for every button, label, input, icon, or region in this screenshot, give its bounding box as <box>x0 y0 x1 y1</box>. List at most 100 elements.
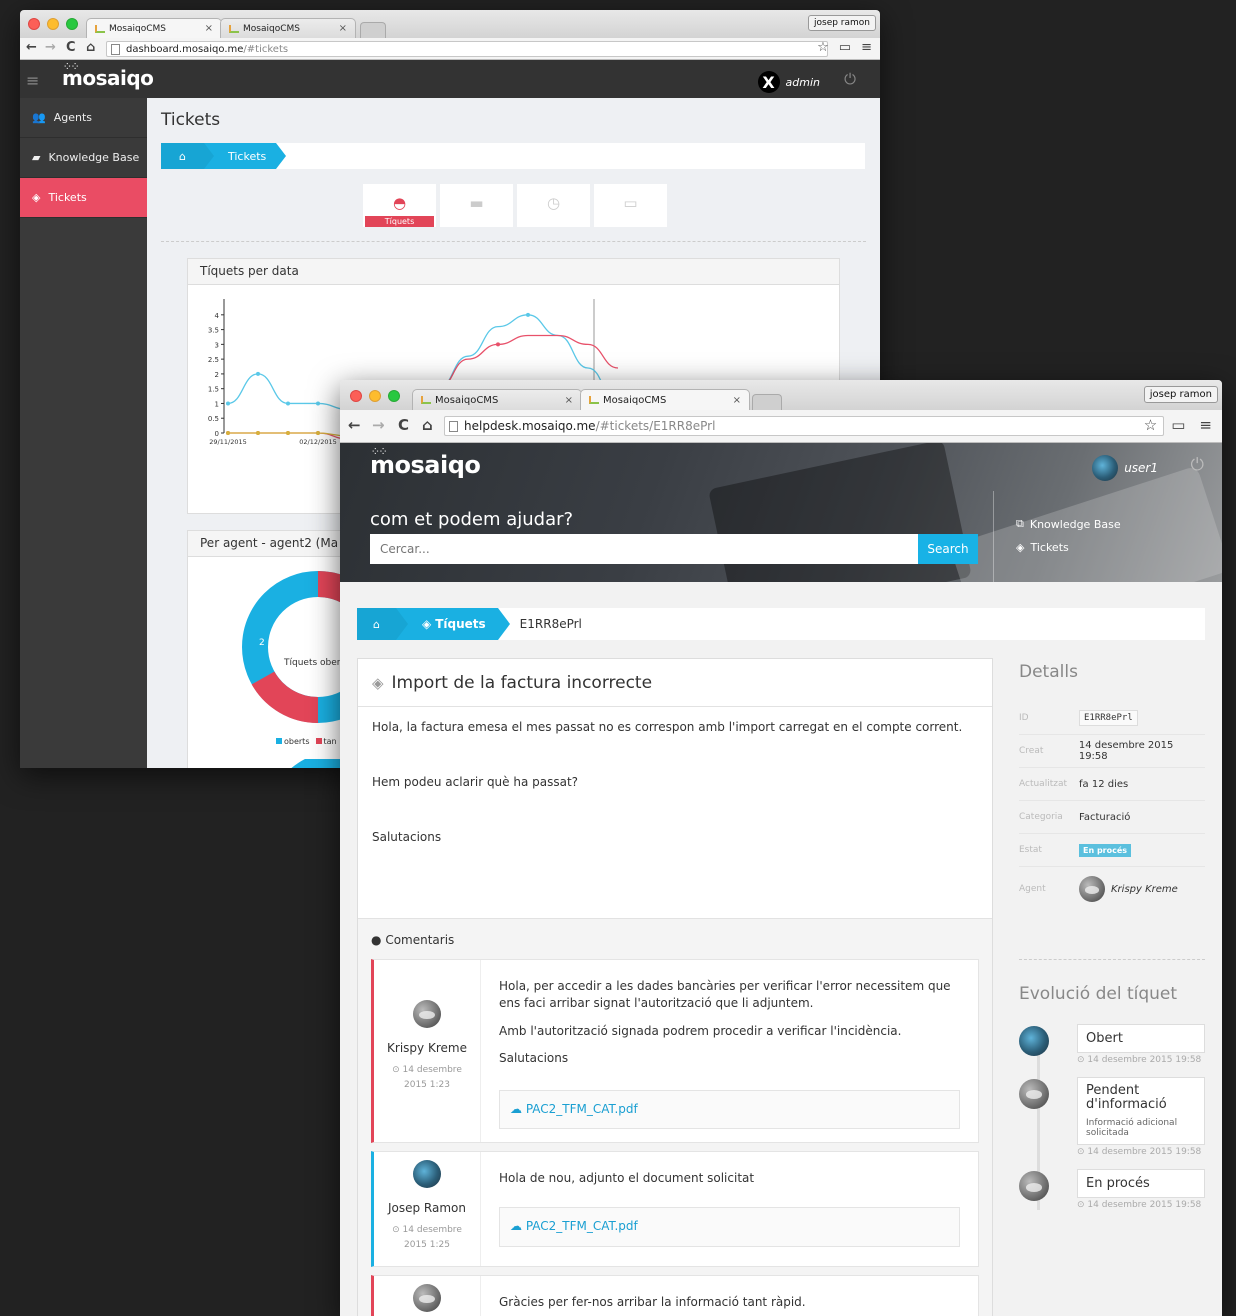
tab-title: MosaiqoCMS <box>243 23 300 34</box>
close-tab-icon[interactable]: × <box>733 395 741 406</box>
profile-button[interactable]: josep ramon <box>1143 386 1218 403</box>
address-bar[interactable]: dashboard.mosaiqo.me/#tickets <box>106 41 828 57</box>
zoom-window-button[interactable] <box>66 18 78 30</box>
y-tick-label: 2.5 <box>208 356 219 364</box>
sidebar-item-agents[interactable]: 👥 Agents <box>20 98 147 138</box>
power-icon[interactable]: ⏻ <box>844 70 856 88</box>
address-bar[interactable]: helpdesk.mosaiqo.me/#tickets/E1RR8ePrl <box>444 416 1164 436</box>
admin-user[interactable]: X admin <box>757 71 820 93</box>
tile-folder[interactable]: ▬ <box>440 184 513 227</box>
attachment-link[interactable]: ☁ PAC2_TFM_CAT.pdf <box>499 1207 960 1247</box>
detail-row-id: ID E1RR8ePrl <box>1019 702 1205 735</box>
bookmark-star-icon[interactable]: ☆ <box>817 40 829 55</box>
hamburger-icon[interactable]: ≡ <box>26 71 39 90</box>
attachment-link[interactable]: ☁ PAC2_TFM_CAT.pdf <box>499 1089 960 1129</box>
data-point <box>256 371 260 376</box>
tag-icon: ◈ <box>32 191 41 204</box>
detail-row-agent: Agent Krispy Kreme <box>1019 867 1205 911</box>
ticket-timeline: Obert ⊙ 14 desembre 2015 19:58 Pendent d… <box>1019 1024 1205 1211</box>
cast-icon[interactable]: ▭ <box>1171 416 1185 434</box>
book-icon: ▰ <box>32 151 41 164</box>
timeline-item: En procés ⊙ 14 desembre 2015 19:58 <box>1019 1169 1205 1210</box>
comment-date: ⊙ 14 desembre 2015 1:23 <box>392 1065 462 1091</box>
legend-item: tan <box>315 737 337 746</box>
admin-name: admin <box>785 75 820 89</box>
new-tab-button[interactable] <box>752 394 782 410</box>
sidebar-item-knowledge-base[interactable]: ▰ Knowledge Base <box>20 138 147 178</box>
url-path: /#tickets/E1RR8ePrl <box>595 419 716 433</box>
current-user[interactable]: user1 <box>1092 455 1158 481</box>
minimize-window-button[interactable] <box>369 390 381 402</box>
minimize-window-button[interactable] <box>47 18 59 30</box>
menu-icon[interactable]: ≡ <box>861 40 872 55</box>
detail-row-status: Estat En procés <box>1019 834 1205 867</box>
data-point <box>316 431 320 435</box>
close-tab-icon[interactable]: × <box>339 23 347 34</box>
y-tick-label: 1.5 <box>208 386 219 394</box>
y-tick-label: 0.5 <box>208 415 219 423</box>
back-icon[interactable]: ← <box>26 40 37 55</box>
zoom-window-button[interactable] <box>388 390 400 402</box>
donut-value: 2 <box>259 638 265 648</box>
breadcrumb: ⌂ Tickets <box>161 143 865 169</box>
url-path: /#tickets <box>243 43 289 55</box>
avatar <box>413 1160 441 1188</box>
breadcrumb-tickets[interactable]: ◈ Tíquets <box>395 608 510 640</box>
browser-tab[interactable]: MosaiqoCMS × <box>220 18 356 38</box>
browser-tab[interactable]: MosaiqoCMS × <box>86 18 222 38</box>
tile-folder-open[interactable]: ▭ <box>594 184 667 227</box>
evolution-heading: Evolució del tíquet <box>1019 984 1178 1004</box>
reload-icon[interactable]: C <box>398 416 409 434</box>
search-input[interactable] <box>370 534 918 564</box>
users-icon: 👥 <box>32 111 46 124</box>
profile-button[interactable]: josep ramon <box>808 15 876 31</box>
home-icon[interactable]: ⌂ <box>86 40 95 55</box>
breadcrumb-tickets[interactable]: Tickets <box>203 143 287 169</box>
reload-icon[interactable]: C <box>66 40 76 55</box>
y-tick-label: 4 <box>215 312 220 320</box>
forward-icon[interactable]: → <box>372 416 385 434</box>
tile-clock[interactable]: ◷ <box>517 184 590 227</box>
favicon-icon <box>421 396 431 404</box>
close-window-button[interactable] <box>28 18 40 30</box>
hero-link-tickets[interactable]: ◈ Tickets <box>1016 541 1069 554</box>
sidebar-item-tickets[interactable]: ◈ Tickets <box>20 178 155 218</box>
power-icon[interactable]: ⏻ <box>1191 455 1204 475</box>
comment: Gràcies per fer-nos arribar la informaci… <box>371 1275 979 1316</box>
home-icon[interactable]: ⌂ <box>422 416 433 434</box>
folder-icon: ▬ <box>469 194 484 212</box>
back-icon[interactable]: ← <box>348 416 361 434</box>
details-heading: Detalls <box>1019 662 1078 682</box>
donut-center-label: Tíquets ober <box>283 658 341 668</box>
breadcrumb-home[interactable]: ⌂ <box>161 143 214 169</box>
tile-tickets[interactable]: ◓ Tíquets <box>363 184 436 227</box>
forward-icon[interactable]: → <box>45 40 56 55</box>
sidebar: 👥 Agents ▰ Knowledge Base ◈ Tickets <box>20 98 155 768</box>
donut-legend: oberts tan <box>276 737 337 746</box>
breadcrumb-home[interactable]: ⌂ <box>357 608 408 640</box>
home-icon: ⌂ <box>373 617 380 631</box>
page-title: Tickets <box>161 110 221 130</box>
comment-author: Josep Ramon ⊙ 14 desembre 2015 1:25 <box>374 1152 481 1266</box>
window-controls <box>350 390 400 402</box>
y-tick-label: 1 <box>215 400 219 408</box>
search-button[interactable]: Search <box>918 534 978 564</box>
menu-icon[interactable]: ≡ <box>1199 416 1212 434</box>
author-name: Krispy Kreme <box>387 1041 467 1055</box>
avatar <box>1079 876 1105 902</box>
page-icon <box>449 420 458 432</box>
bookmark-star-icon[interactable]: ☆ <box>1144 416 1157 434</box>
timeline-status: En procés <box>1077 1169 1205 1199</box>
browser-tab[interactable]: MosaiqoCMS × <box>580 389 750 410</box>
close-tab-icon[interactable]: × <box>205 23 213 34</box>
favicon-icon <box>229 24 239 33</box>
close-tab-icon[interactable]: × <box>565 395 573 406</box>
sidebar-item-label: Tickets <box>48 191 87 204</box>
cast-icon[interactable]: ▭ <box>839 40 851 55</box>
close-window-button[interactable] <box>350 390 362 402</box>
hero-link-knowledge-base[interactable]: ⧉ Knowledge Base <box>1016 517 1121 531</box>
new-tab-button[interactable] <box>360 22 386 38</box>
y-tick-label: 3.5 <box>208 327 219 335</box>
browser-tab[interactable]: MosaiqoCMS × <box>412 389 582 410</box>
avatar <box>1019 1079 1049 1109</box>
